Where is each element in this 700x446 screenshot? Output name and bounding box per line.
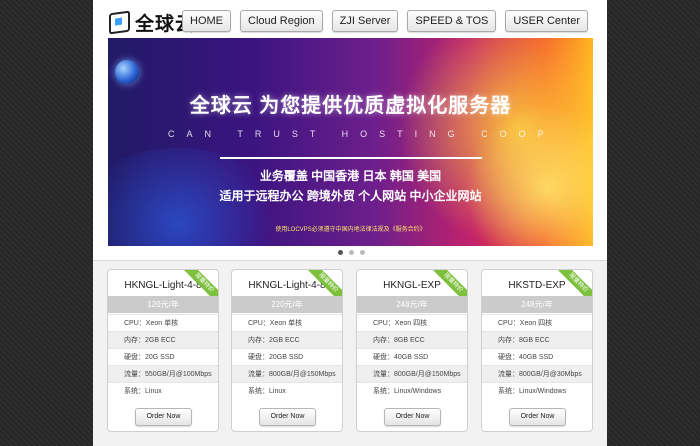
order-now-button[interactable]: Order Now (384, 408, 441, 426)
plan-card: HKSTD-EXP 限量特价 248元/年 CPU：Xeon 四核 内存：8GB… (481, 269, 593, 432)
plan-price: 220元/年 (232, 296, 342, 313)
spec-disk: 硬盘：40GB SSD (482, 348, 592, 365)
banner-headline: 全球云 为您提供优质虚拟化服务器 (189, 95, 512, 117)
spec-os: 系统：Linux/Windows (482, 382, 592, 399)
plans-section: HKNGL-Light-4-8 限量特价 120元/年 CPU：Xeon 单核 … (93, 261, 607, 446)
carousel-dot-3[interactable] (360, 250, 365, 255)
order-now-button[interactable]: Order Now (259, 408, 316, 426)
spec-cpu: CPU：Xeon 单核 (232, 314, 342, 331)
plan-price: 248元/年 (357, 296, 467, 313)
hero-banner[interactable]: 全球云 为您提供优质虚拟化服务器 CAN TRUST HOSTING COOP … (108, 38, 593, 246)
banner-coverage-text: 业务覆盖 中国香港 日本 韩国 美国 (259, 169, 442, 183)
banner-divider (220, 157, 482, 159)
plan-card: HKNGL-EXP 限量特价 248元/年 CPU：Xeon 四核 内存：8GB… (356, 269, 468, 432)
spec-os: 系统：Linux (108, 382, 218, 399)
nav-home-button[interactable]: HOME (182, 10, 231, 32)
order-now-button[interactable]: Order Now (509, 408, 566, 426)
order-now-button[interactable]: Order Now (135, 408, 192, 426)
spec-memory: 内存：2GB ECC (232, 331, 342, 348)
nav-user-center-button[interactable]: USER Center (505, 10, 588, 32)
banner-tagline: CAN TRUST HOSTING COOP (168, 129, 556, 139)
site-header: 全球云 HOME Cloud Region ZJI Server SPEED &… (93, 0, 607, 38)
spec-memory: 内存：2GB ECC (108, 331, 218, 348)
plan-card: HKNGL-Light-4-8 限量特价 120元/年 CPU：Xeon 单核 … (107, 269, 219, 432)
carousel-dot-2[interactable] (349, 250, 354, 255)
spec-memory: 内存：8GB ECC (482, 331, 592, 348)
spec-cpu: CPU：Xeon 四核 (357, 314, 467, 331)
spec-traffic: 流量：800GB/月@30Mbps (482, 365, 592, 382)
spec-disk: 硬盘：20GB SSD (232, 348, 342, 365)
main-nav: HOME Cloud Region ZJI Server SPEED & TOS… (182, 10, 588, 32)
spec-traffic: 流量：550GB/月@100Mbps (108, 365, 218, 382)
spec-os: 系统：Linux/Windows (357, 382, 467, 399)
planet-icon (115, 60, 139, 84)
plan-price: 120元/年 (108, 296, 218, 313)
banner-notice: 使用LOCVPS必须遵守中国内地法律法规及《服务合约》 (275, 227, 426, 233)
spec-traffic: 流量：800GB/月@150Mbps (232, 365, 342, 382)
carousel-dots (338, 250, 365, 255)
plan-card: HKNGL-Light-4-8 限量特价 220元/年 CPU：Xeon 单核 … (231, 269, 343, 432)
nav-cloud-region-button[interactable]: Cloud Region (240, 10, 323, 32)
page-container: 全球云 HOME Cloud Region ZJI Server SPEED &… (93, 0, 607, 446)
spec-cpu: CPU：Xeon 四核 (482, 314, 592, 331)
spec-os: 系统：Linux (232, 382, 342, 399)
carousel-dot-1[interactable] (338, 250, 343, 255)
spec-traffic: 流量：800GB/月@150Mbps (357, 365, 467, 382)
cube-logo-icon (109, 10, 130, 35)
spec-cpu: CPU：Xeon 单核 (108, 314, 218, 331)
spec-disk: 硬盘：20G SSD (108, 348, 218, 365)
nav-zji-server-button[interactable]: ZJI Server (331, 10, 399, 32)
nav-speed-tos-button[interactable]: SPEED & TOS (407, 10, 497, 32)
spec-memory: 内存：8GB ECC (357, 331, 467, 348)
spec-disk: 硬盘：40GB SSD (357, 348, 467, 365)
banner-use-cases-text: 适用于远程办公 跨境外贸 个人网站 中小企业网站 (219, 189, 482, 203)
plan-price: 248元/年 (482, 296, 592, 313)
